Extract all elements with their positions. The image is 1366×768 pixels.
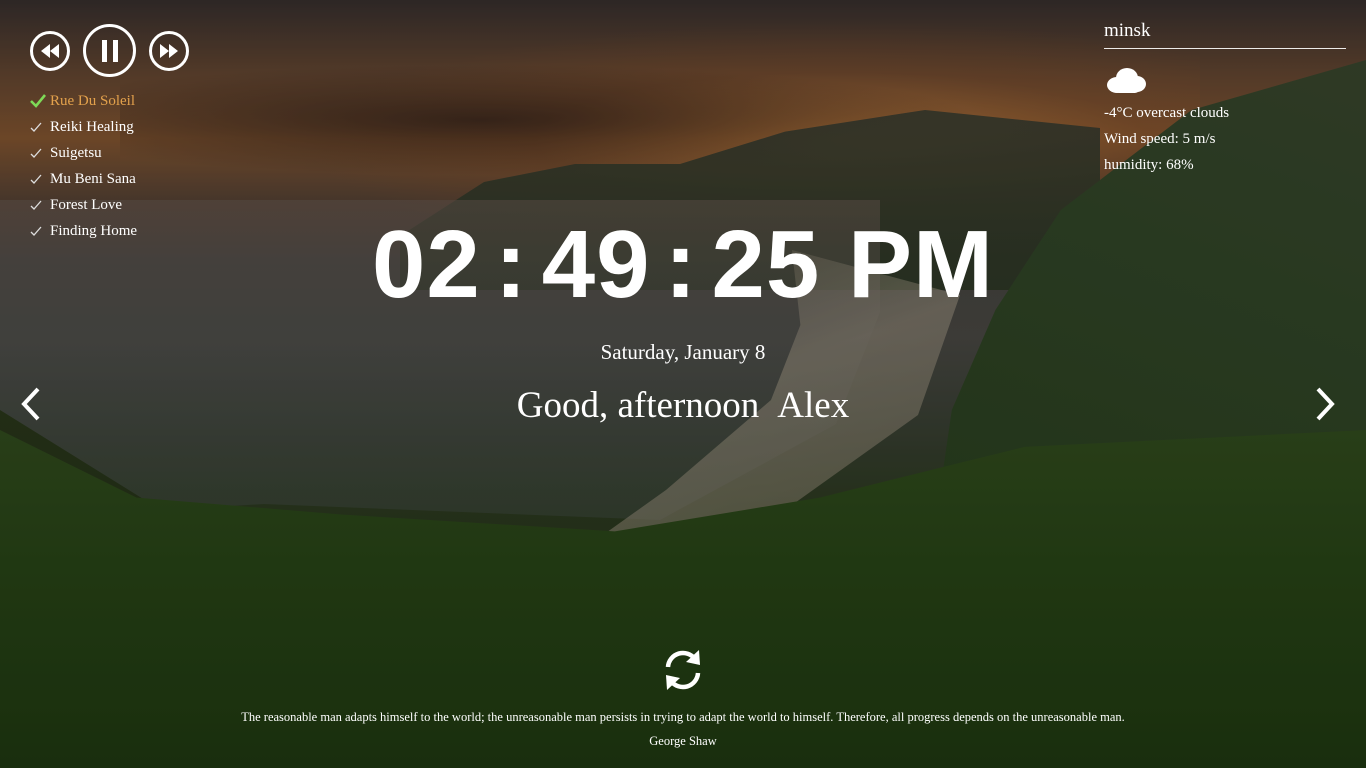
- clock-separator: :: [494, 211, 528, 318]
- clock-minutes: 49: [541, 211, 651, 318]
- playlist-item-title: Rue Du Soleil: [50, 92, 135, 109]
- clock-period: PM: [847, 211, 994, 318]
- check-icon: [30, 94, 50, 108]
- playlist-item[interactable]: Suigetsu: [30, 140, 137, 166]
- greeting: Good, afternoon Alex: [0, 384, 1366, 427]
- refresh-quote-button[interactable]: [660, 647, 706, 693]
- quote-text: The reasonable man adapts himself to the…: [241, 710, 1125, 724]
- playlist-item[interactable]: Mu Beni Sana: [30, 166, 137, 192]
- clock: 02:49:25 PM: [0, 210, 1366, 320]
- check-icon: [30, 174, 50, 185]
- clock-seconds: 25: [711, 211, 821, 318]
- playlist-item-title: Reiki Healing: [50, 118, 134, 135]
- city-input[interactable]: minsk: [1104, 18, 1346, 49]
- rewind-icon: [41, 43, 59, 58]
- audio-player: [30, 24, 189, 77]
- pause-icon: [101, 39, 118, 62]
- clock-separator: :: [664, 211, 698, 318]
- previous-background-button[interactable]: [16, 384, 46, 424]
- weather-description: -4°C overcast clouds: [1104, 105, 1230, 121]
- user-name[interactable]: Alex: [777, 385, 849, 426]
- check-icon: [30, 122, 50, 133]
- cloud-icon: [1107, 68, 1146, 93]
- fast-forward-icon: [160, 43, 178, 58]
- playlist-item[interactable]: Rue Du Soleil: [30, 88, 137, 114]
- rewind-button[interactable]: [30, 30, 70, 71]
- next-background-button[interactable]: [1310, 384, 1340, 424]
- playlist-item-title: Mu Beni Sana: [50, 170, 136, 187]
- date-display: Saturday, January 8: [600, 340, 766, 364]
- humidity: humidity: 68%: [1104, 157, 1194, 173]
- clock-hours: 02: [372, 211, 481, 318]
- pause-button[interactable]: [83, 24, 136, 77]
- chevron-right-icon: [1316, 387, 1335, 421]
- playlist-item[interactable]: Reiki Healing: [30, 114, 137, 140]
- quote-author: George Shaw: [649, 734, 717, 748]
- check-icon: [30, 200, 50, 211]
- refresh-icon: [665, 650, 701, 690]
- weather-widget: minsk -4°C overcast clouds Wind speed: 5…: [1104, 18, 1346, 178]
- wind-speed: Wind speed: 5 m/s: [1104, 131, 1216, 147]
- greeting-text: Good, afternoon: [516, 385, 760, 426]
- check-icon: [30, 148, 50, 159]
- chevron-left-icon: [21, 387, 40, 421]
- fast-forward-button[interactable]: [149, 30, 189, 71]
- playlist-item-title: Suigetsu: [50, 144, 102, 161]
